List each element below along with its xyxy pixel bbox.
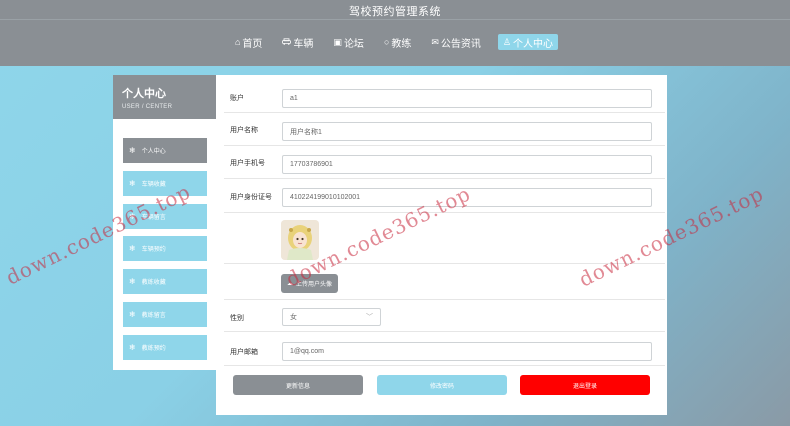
nav-label: 公告资讯: [440, 38, 481, 50]
sidebar-header: 个人中心 USER / CENTER: [113, 75, 216, 119]
snowflake-icon: ❄: [129, 343, 136, 352]
profile-form-panel: 账户 a1 用户名称 用户名称1 用户手机号 17703786901 用户身份证…: [216, 75, 667, 415]
username-label: 用户名称: [230, 127, 258, 134]
nav-personal-center[interactable]: ♙ 个人中心: [497, 34, 558, 50]
sidebar-item-label: 教练留言: [141, 313, 166, 319]
idcard-label: 用户身份证号: [230, 194, 272, 201]
change-password-button[interactable]: 修改密码: [377, 375, 507, 395]
sidebar-item-coach-messages[interactable]: ❄ 教练留言: [123, 302, 207, 327]
sidebar-item-personal-center[interactable]: ❄ 个人中心: [123, 138, 207, 163]
nav-coach[interactable]: ○ 教练: [381, 34, 414, 50]
sidebar-item-label: 教练预约: [141, 346, 166, 352]
sidebar-title: 个人中心: [122, 88, 166, 100]
form-row-username: 用户名称 用户名称1: [224, 113, 665, 146]
sidebar-item-label: 车辆预约: [141, 247, 166, 253]
nav-cars[interactable]: 车辆: [279, 34, 316, 50]
form-row-email: 用户邮箱 1@qq.com: [224, 332, 665, 366]
form-row-phone: 用户手机号 17703786901: [224, 146, 665, 179]
sidebar-item-label: 个人中心: [141, 149, 166, 155]
nav-label: 论坛: [343, 38, 364, 50]
gender-value: 女: [290, 314, 297, 321]
gender-label: 性别: [230, 315, 244, 322]
email-label: 用户邮箱: [230, 349, 258, 356]
username-field[interactable]: 用户名称1: [282, 122, 652, 141]
email-field[interactable]: 1@qq.com: [282, 342, 652, 361]
forum-icon: ▣: [333, 36, 342, 47]
form-row-gender: 性别 女 ﹀: [224, 300, 665, 332]
news-icon: ✉: [431, 36, 439, 47]
main-nav: ⌂ 首页 车辆 ▣ 论坛 ○ 教练 ✉ 公告资讯 ♙ 个人中心: [0, 34, 790, 50]
sidebar-item-car-booking[interactable]: ❄ 车辆预约: [123, 236, 207, 261]
snowflake-icon: ❄: [129, 310, 136, 319]
nav-news[interactable]: ✉ 公告资讯: [428, 34, 484, 50]
car-icon: [282, 37, 292, 47]
sidebar-item-label: 教练收藏: [141, 280, 166, 286]
form-row-account: 账户 a1: [224, 83, 665, 113]
snowflake-icon: ❄: [129, 179, 136, 188]
phone-label: 用户手机号: [230, 160, 265, 167]
top-bar: 驾校预约管理系统 ⌂ 首页 车辆 ▣ 论坛 ○ 教练 ✉ 公告资讯 ♙ 个人中心: [0, 0, 790, 66]
sidebar-item-label: 车辆收藏: [141, 182, 166, 188]
divider: [0, 19, 790, 20]
person-icon: ♙: [502, 36, 511, 47]
account-field[interactable]: a1: [282, 89, 652, 108]
snowflake-icon: ❄: [129, 277, 136, 286]
nav-label: 教练: [391, 38, 412, 50]
chevron-down-icon: ﹀: [366, 314, 373, 321]
nav-label: 车辆: [293, 38, 314, 50]
logout-button[interactable]: 退出登录: [520, 375, 650, 395]
snowflake-icon: ❄: [129, 244, 136, 253]
account-label: 账户: [230, 95, 244, 102]
sidebar-subtitle: USER / CENTER: [122, 104, 173, 110]
app-title: 驾校预约管理系统: [349, 6, 441, 18]
gender-select[interactable]: 女 ﹀: [282, 308, 381, 326]
snowflake-icon: ❄: [129, 146, 136, 155]
phone-field[interactable]: 17703786901: [282, 155, 652, 174]
sidebar-item-coach-favorites[interactable]: ❄ 教练收藏: [123, 269, 207, 294]
sidebar-item-coach-booking[interactable]: ❄ 教练预约: [123, 335, 207, 360]
nav-label: 首页: [242, 38, 263, 50]
coach-icon: ○: [383, 37, 390, 47]
home-icon: ⌂: [234, 37, 241, 47]
update-info-button[interactable]: 更新信息: [233, 375, 363, 395]
nav-label: 个人中心: [513, 38, 553, 50]
nav-forum[interactable]: ▣ 论坛: [330, 34, 367, 50]
nav-home[interactable]: ⌂ 首页: [232, 34, 265, 50]
